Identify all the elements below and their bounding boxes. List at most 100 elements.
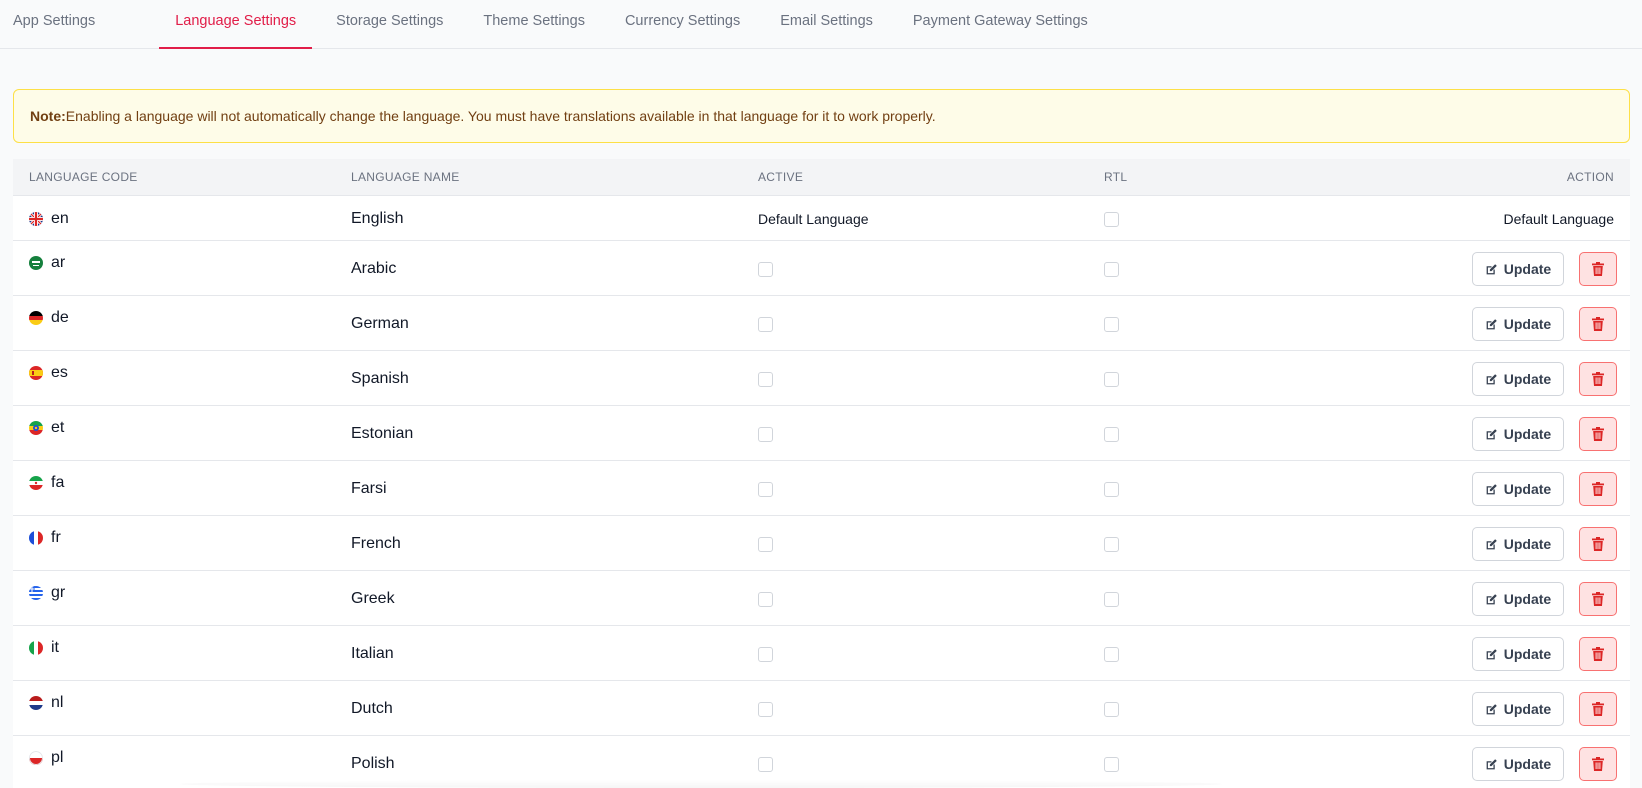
language-code: nl [51, 694, 64, 711]
rtl-checkbox[interactable] [1104, 317, 1119, 332]
trash-icon [1592, 482, 1604, 496]
rtl-checkbox[interactable] [1104, 427, 1119, 442]
language-code: es [51, 364, 68, 381]
delete-button[interactable] [1579, 582, 1617, 616]
update-button[interactable]: Update [1472, 747, 1564, 781]
active-default-label: Default Language [758, 211, 869, 227]
table-row: gr Greek Update [13, 570, 1630, 625]
delete-button[interactable] [1579, 527, 1617, 561]
note-banner: Note:Enabling a language will not automa… [13, 89, 1630, 143]
active-checkbox[interactable] [758, 372, 773, 387]
rtl-checkbox[interactable] [1104, 212, 1119, 227]
trash-icon [1592, 427, 1604, 441]
header-rtl: RTL [1104, 170, 1128, 184]
rtl-checkbox[interactable] [1104, 372, 1119, 387]
trash-icon [1592, 317, 1604, 331]
language-name: Arabic [351, 260, 397, 277]
update-label: Update [1503, 261, 1552, 277]
update-label: Update [1503, 426, 1552, 442]
table-row: et Estonian Update [13, 405, 1630, 460]
tab-language-settings[interactable]: Language Settings [159, 0, 313, 49]
update-button[interactable]: Update [1472, 362, 1564, 396]
rtl-checkbox[interactable] [1104, 537, 1119, 552]
rtl-checkbox[interactable] [1104, 702, 1119, 717]
tab-email-settings[interactable]: Email Settings [780, 0, 873, 48]
update-label: Update [1503, 756, 1552, 772]
delete-button[interactable] [1579, 747, 1617, 781]
tab-payment-gateway-settings[interactable]: Payment Gateway Settings [913, 0, 1088, 48]
table-row: fr French Update [13, 515, 1630, 570]
delete-button[interactable] [1579, 252, 1617, 286]
edit-icon [1485, 593, 1504, 606]
language-code-cell: es [29, 364, 68, 382]
tab-currency-settings[interactable]: Currency Settings [625, 0, 740, 48]
update-button[interactable]: Update [1472, 307, 1564, 341]
rtl-checkbox[interactable] [1104, 647, 1119, 662]
delete-button[interactable] [1579, 307, 1617, 341]
active-checkbox[interactable] [758, 427, 773, 442]
flag-ethiopia-icon [29, 421, 43, 435]
language-name: Dutch [351, 700, 393, 717]
rtl-checkbox[interactable] [1104, 592, 1119, 607]
table-row: fa Farsi Update [13, 460, 1630, 515]
flag-spain-icon [29, 366, 43, 380]
language-name: German [351, 315, 409, 332]
edit-icon [1485, 703, 1504, 716]
header-language-code: LANGUAGE CODE [29, 170, 138, 184]
update-label: Update [1503, 646, 1552, 662]
table-row: nl Dutch Update [13, 680, 1630, 735]
language-name: Estonian [351, 425, 414, 442]
tab-app-settings[interactable]: App Settings [13, 0, 95, 48]
delete-button[interactable] [1579, 362, 1617, 396]
language-code-cell: gr [29, 584, 65, 602]
action-default-label: Default Language [1503, 211, 1614, 227]
active-checkbox[interactable] [758, 647, 773, 662]
edit-icon [1485, 373, 1504, 386]
rtl-checkbox[interactable] [1104, 482, 1119, 497]
active-checkbox[interactable] [758, 592, 773, 607]
update-button[interactable]: Update [1472, 637, 1564, 671]
tab-theme-settings[interactable]: Theme Settings [483, 0, 585, 48]
note-label: Note: [30, 108, 66, 124]
flag-iran-icon [29, 476, 43, 490]
active-checkbox[interactable] [758, 537, 773, 552]
delete-button[interactable] [1579, 472, 1617, 506]
table-row-default: en English Default Language Default Lang… [13, 195, 1630, 240]
language-code-cell: ar [29, 254, 65, 272]
active-checkbox[interactable] [758, 702, 773, 717]
edit-icon [1485, 483, 1504, 496]
flag-poland-icon [29, 751, 43, 765]
update-button[interactable]: Update [1472, 582, 1564, 616]
rtl-checkbox[interactable] [1104, 757, 1119, 772]
delete-button[interactable] [1579, 692, 1617, 726]
flag-netherlands-icon [29, 696, 43, 710]
active-checkbox[interactable] [758, 482, 773, 497]
delete-button[interactable] [1579, 417, 1617, 451]
flag-italy-icon [29, 641, 43, 655]
update-button[interactable]: Update [1472, 692, 1564, 726]
language-name: Greek [351, 590, 395, 607]
flag-germany-icon [29, 311, 43, 325]
language-code-cell: en [29, 210, 69, 228]
active-checkbox[interactable] [758, 757, 773, 772]
language-name: French [351, 535, 401, 552]
edit-icon [1485, 263, 1504, 276]
edit-icon [1485, 758, 1504, 771]
delete-button[interactable] [1579, 637, 1617, 671]
settings-tabs: App Settings Language Settings Storage Set… [0, 0, 1642, 49]
tab-storage-settings[interactable]: Storage Settings [336, 0, 443, 48]
trash-icon [1592, 592, 1604, 606]
languages-table: LANGUAGE CODE LANGUAGE NAME ACTIVE RTL A… [13, 159, 1630, 788]
update-button[interactable]: Update [1472, 252, 1564, 286]
language-code: ar [51, 254, 66, 271]
active-checkbox[interactable] [758, 317, 773, 332]
active-checkbox[interactable] [758, 262, 773, 277]
update-button[interactable]: Update [1472, 527, 1564, 561]
update-button[interactable]: Update [1472, 417, 1564, 451]
table-row: it Italian Update [13, 625, 1630, 680]
rtl-checkbox[interactable] [1104, 262, 1119, 277]
trash-icon [1592, 537, 1604, 551]
language-code-cell: it [29, 639, 59, 657]
edit-icon [1485, 318, 1504, 331]
update-button[interactable]: Update [1472, 472, 1564, 506]
